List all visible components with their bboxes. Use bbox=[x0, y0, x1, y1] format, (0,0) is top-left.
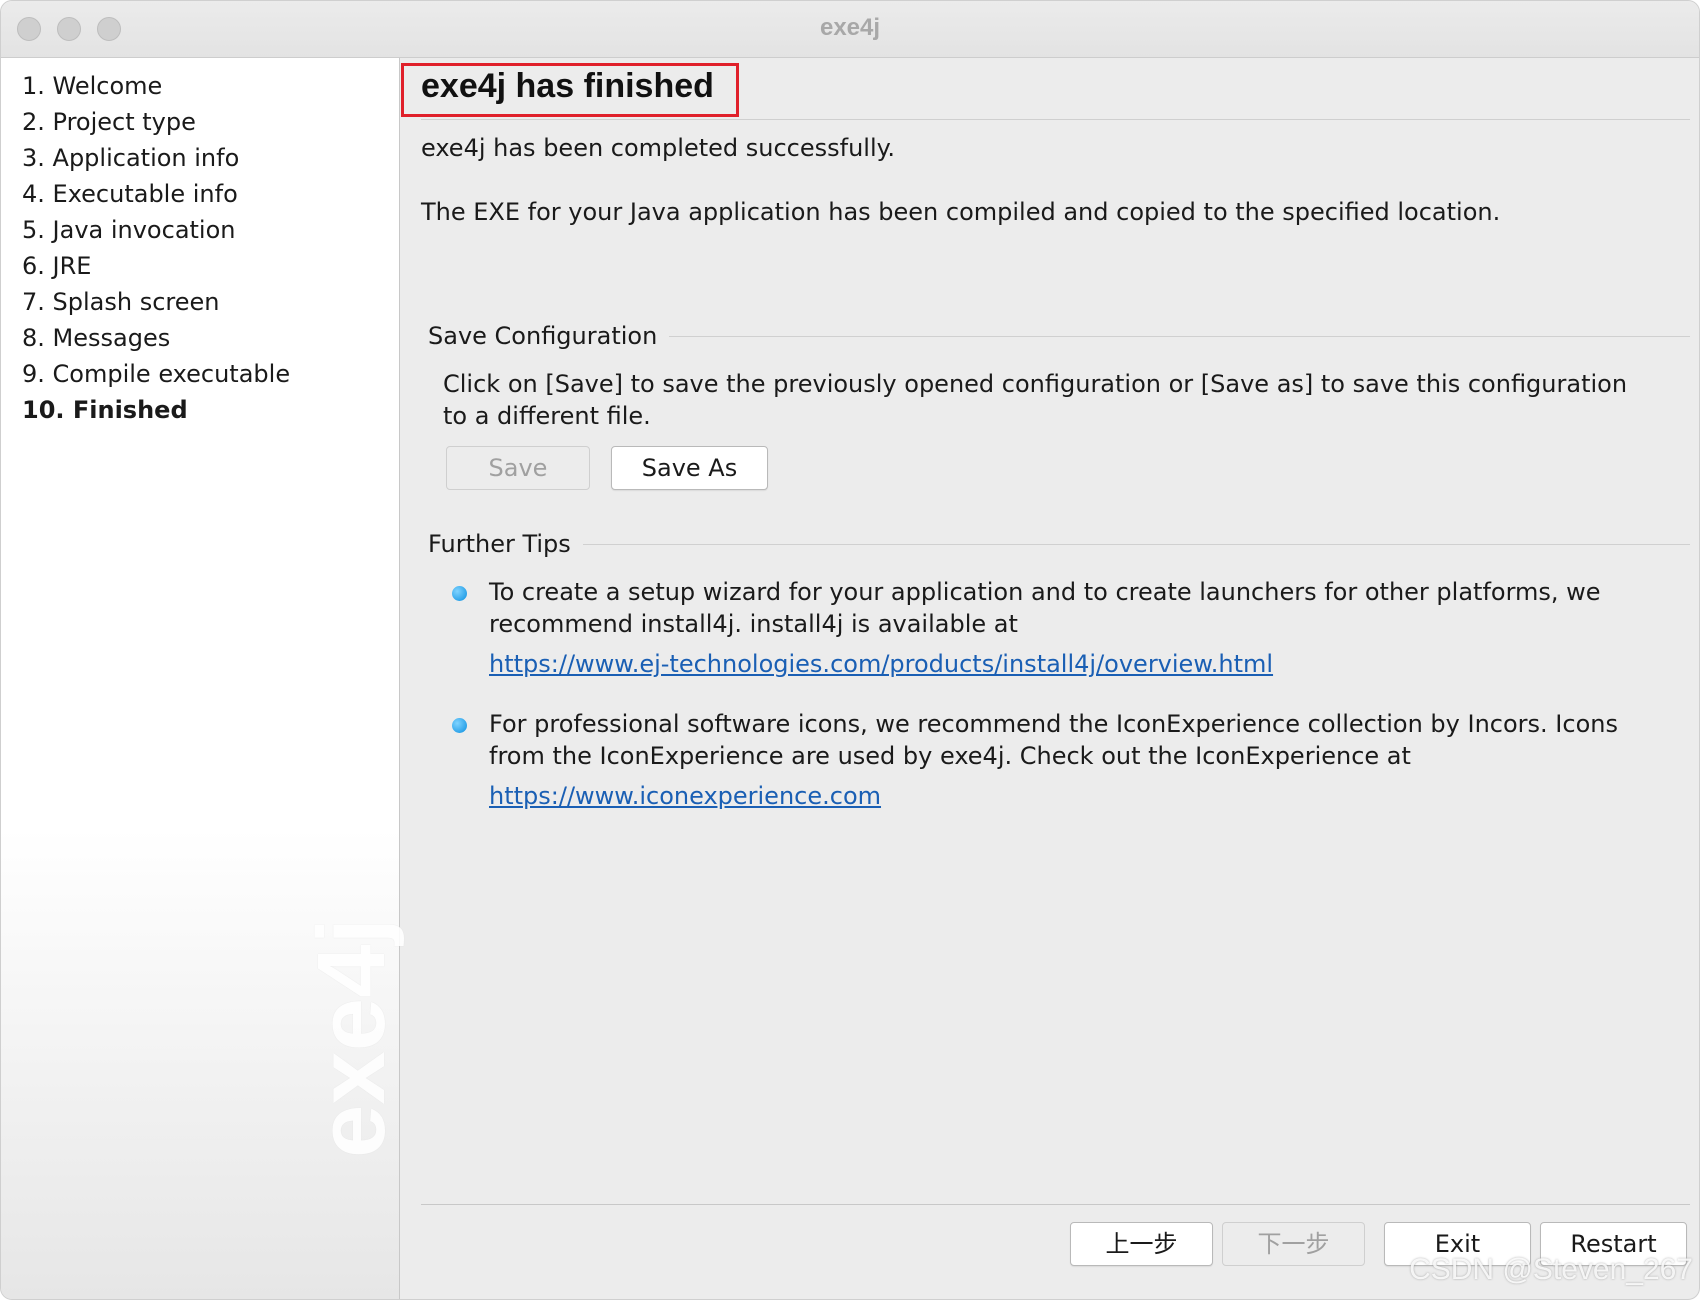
exe-compiled-message: The EXE for your Java application has be… bbox=[421, 198, 1501, 226]
further-tips-label: Further Tips bbox=[428, 530, 583, 558]
save-configuration-text-line-2: to a different file. bbox=[443, 402, 651, 430]
title-bar: exe4j bbox=[1, 1, 1699, 58]
exe4j-window: exe4j 1. Welcome 2. Project type 3. Appl… bbox=[0, 0, 1700, 1300]
sidebar-step-jre[interactable]: 6. JRE bbox=[22, 252, 91, 280]
title-divider bbox=[421, 119, 1690, 120]
install4j-link[interactable]: https://www.ej-technologies.com/products… bbox=[489, 650, 1273, 678]
sidebar-step-java-invocation[interactable]: 5. Java invocation bbox=[22, 216, 236, 244]
sidebar-step-messages[interactable]: 8. Messages bbox=[22, 324, 170, 352]
sidebar-step-project-type[interactable]: 2. Project type bbox=[22, 108, 196, 136]
completion-message: exe4j has been completed successfully. bbox=[421, 134, 896, 162]
footer-divider bbox=[421, 1204, 1690, 1205]
sidebar-step-compile-executable[interactable]: 9. Compile executable bbox=[22, 360, 290, 388]
back-button[interactable]: 上一步 bbox=[1070, 1222, 1213, 1266]
further-tips-divider bbox=[428, 544, 1690, 545]
save-as-button[interactable]: Save As bbox=[611, 446, 768, 490]
tip-bullet-icon bbox=[452, 586, 467, 601]
sidebar-step-application-info[interactable]: 3. Application info bbox=[22, 144, 239, 172]
tip-iconexperience-line-2: from the IconExperience are used by exe4… bbox=[489, 742, 1411, 770]
next-button[interactable]: 下一步 bbox=[1222, 1222, 1365, 1266]
save-button[interactable]: Save bbox=[446, 446, 590, 490]
tip-bullet-icon bbox=[452, 718, 467, 733]
save-configuration-text-line-1: Click on [Save] to save the previously o… bbox=[443, 370, 1628, 398]
wizard-steps-sidebar: 1. Welcome 2. Project type 3. Applicatio… bbox=[1, 58, 405, 1299]
page-title: exe4j has finished bbox=[421, 67, 714, 105]
sidebar-step-finished[interactable]: 10. Finished bbox=[22, 396, 188, 424]
sidebar-step-executable-info[interactable]: 4. Executable info bbox=[22, 180, 238, 208]
iconexperience-link[interactable]: https://www.iconexperience.com bbox=[489, 782, 881, 810]
save-configuration-label: Save Configuration bbox=[428, 322, 670, 350]
tip-install4j-line-1: To create a setup wizard for your applic… bbox=[489, 578, 1601, 606]
window-title: exe4j bbox=[819, 14, 881, 41]
main-panel: exe4j has finished exe4j has been comple… bbox=[400, 58, 1699, 1299]
exe4j-logo: exe4j bbox=[298, 917, 405, 1158]
sidebar-step-welcome[interactable]: 1. Welcome bbox=[22, 72, 162, 100]
csdn-watermark: CSDN @Steven_267 bbox=[1409, 1253, 1693, 1286]
tip-install4j-line-2: recommend install4j. install4j is availa… bbox=[489, 610, 1018, 638]
sidebar-step-splash-screen[interactable]: 7. Splash screen bbox=[22, 288, 220, 316]
tip-iconexperience-line-1: For professional software icons, we reco… bbox=[489, 710, 1618, 738]
